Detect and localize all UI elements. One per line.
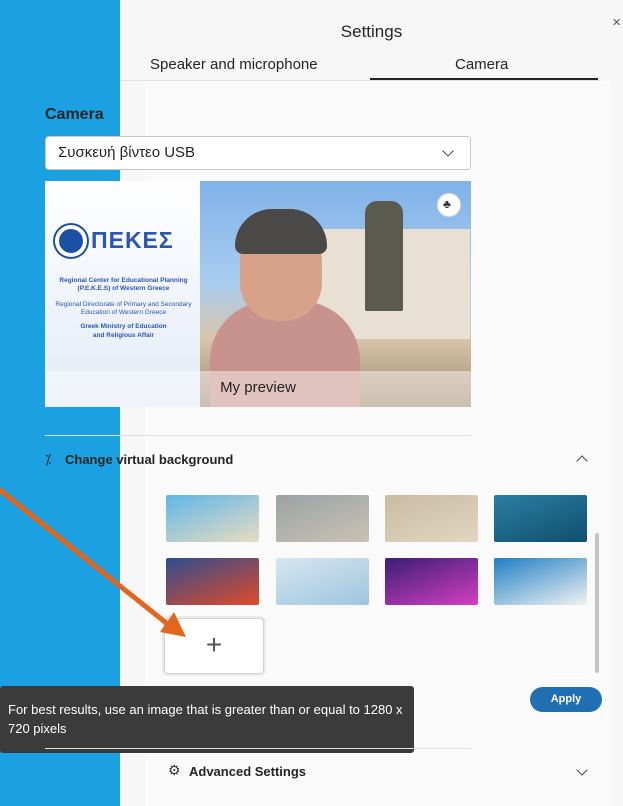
preview-fountain	[365, 201, 403, 311]
advanced-settings-label[interactable]: Advanced Settings	[189, 764, 306, 779]
background-thumbnail-neon-space[interactable]	[385, 558, 478, 605]
gear-icon: ⚙	[168, 762, 181, 778]
tab-camera[interactable]: Camera	[455, 56, 508, 73]
preview-text-line: (P.E.K.E.S) of Western Greece	[77, 285, 170, 292]
preview-text-line: Education of Western Greece	[80, 309, 167, 316]
background-thumbnail-abstract-red[interactable]	[166, 558, 259, 605]
preview-text-line: Greek Ministry of Education	[80, 323, 167, 330]
preview-logo-text: ΠΕΚΕΣ	[91, 227, 174, 253]
background-thumbnail-sunlit-wall[interactable]	[385, 495, 478, 542]
camera-device-value: Συσκευή βίντεο USB	[58, 144, 196, 161]
active-tab-indicator	[370, 78, 598, 80]
preview-caption: My preview	[220, 379, 296, 396]
apply-button-label: Apply	[550, 693, 582, 705]
scrollbar-thumb[interactable]	[595, 533, 599, 673]
preview-text-line: Regional Directorate of Primary and Seco…	[55, 301, 192, 308]
section-divider	[45, 748, 471, 749]
camera-section-title: Camera	[45, 106, 104, 123]
camera-preview: ΠΕΚΕΣ Regional Center for Educational Pl…	[45, 181, 471, 407]
pekes-logo-icon	[59, 229, 83, 253]
plus-icon: +	[205, 629, 223, 660]
chevron-down-icon	[442, 145, 454, 157]
preview-text-line: Regional Center for Educational Planning	[59, 277, 188, 284]
background-thumbnail-blurred-office[interactable]	[276, 495, 369, 542]
background-thumbnail-minimal-room[interactable]	[276, 558, 369, 605]
background-thumbnail-custom-pekes[interactable]	[494, 558, 587, 605]
virtual-background-label[interactable]: Change virtual background	[65, 452, 233, 467]
add-background-button[interactable]: +	[164, 618, 264, 674]
background-thumbnail-beach[interactable]	[166, 495, 259, 542]
tooltip-text: For best results, use an image that is g…	[8, 702, 403, 736]
close-icon[interactable]: ×	[612, 14, 621, 31]
apply-button[interactable]: Apply	[530, 687, 602, 712]
camera-device-select[interactable]: Συσκευή βίντεο USB	[45, 136, 471, 170]
image-size-tooltip: For best results, use an image that is g…	[0, 686, 414, 753]
dialog-title: Settings	[340, 22, 403, 41]
background-effects-icon[interactable]: ♣	[437, 193, 461, 217]
tab-speaker-and-microphone[interactable]: Speaker and microphone	[150, 56, 318, 73]
background-thumbnail-mountains[interactable]	[494, 495, 587, 542]
preview-text-line: and Religious Affair	[92, 332, 155, 339]
magic-wand-icon: ⁒	[45, 451, 52, 467]
section-divider	[45, 435, 471, 436]
